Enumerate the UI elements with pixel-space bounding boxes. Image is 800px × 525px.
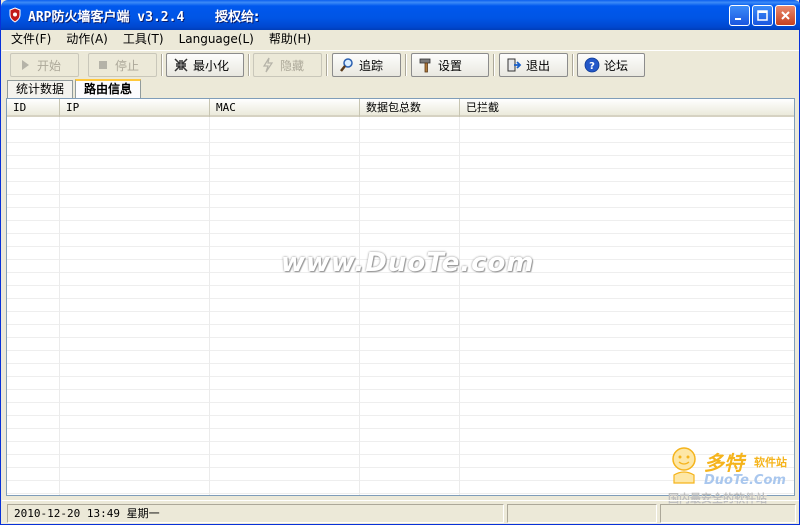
menu-language[interactable]: Language(L)	[170, 30, 260, 49]
hide-button[interactable]: 隐藏	[253, 53, 322, 77]
trace-button[interactable]: 追踪	[332, 53, 401, 77]
column-header-mac[interactable]: MAC	[210, 99, 360, 117]
exit-door-icon	[507, 58, 522, 72]
menu-bar: 文件(F) 动作(A) 工具(T) Language(L) 帮助(H)	[2, 30, 799, 49]
minimize-icon	[735, 18, 741, 20]
play-icon	[22, 60, 29, 70]
toolbar-separator	[161, 54, 163, 76]
trace-button-label: 追踪	[359, 58, 384, 73]
route-table[interactable]: ID IP MAC 数据包总数 已拦截	[6, 98, 795, 496]
toolbar-separator	[326, 54, 328, 76]
corner-logo-brand: 多特	[704, 451, 744, 475]
svg-text:?: ?	[589, 61, 595, 72]
app-window: ARP防火墙客户端 v3.2.4 授权给: 文件(F) 动作(A) 工具(T) …	[0, 0, 800, 525]
menu-help[interactable]: 帮助(H)	[260, 30, 317, 49]
maximize-icon	[757, 10, 768, 21]
settings-button[interactable]: 设置	[411, 53, 489, 77]
corner-logo: 多特 软件站 DuoTe.Com 国内最安全的软件站	[664, 443, 796, 505]
shield-icon	[9, 7, 21, 23]
corner-logo-sub: 软件站	[754, 456, 787, 469]
forum-button[interactable]: ? 论坛	[577, 53, 645, 77]
stop-icon	[99, 61, 107, 69]
menu-file[interactable]: 文件(F)	[2, 30, 57, 49]
toolbar: 开始 停止 最小化 隐藏 追踪 设置 退出 ? 论坛	[2, 50, 799, 78]
close-window-button[interactable]	[775, 5, 796, 26]
auth-label: 授权给:	[215, 10, 260, 25]
settings-button-label: 设置	[438, 58, 463, 73]
column-header-packets[interactable]: 数据包总数	[360, 99, 460, 117]
maximize-window-button[interactable]	[752, 5, 773, 26]
stop-button[interactable]: 停止	[88, 53, 157, 77]
table-body[interactable]	[7, 117, 794, 495]
start-button-label: 开始	[37, 58, 62, 73]
help-icon: ?	[584, 57, 600, 73]
magnifier-icon	[340, 58, 353, 72]
forum-button-label: 论坛	[604, 58, 629, 73]
table-header: ID IP MAC 数据包总数 已拦截	[7, 99, 794, 117]
status-datetime: 2010-12-20 13:49 星期一	[7, 504, 504, 523]
stop-button-label: 停止	[115, 58, 140, 73]
start-button[interactable]: 开始	[10, 53, 79, 77]
exit-button[interactable]: 退出	[499, 53, 568, 77]
minimize-window-button[interactable]	[729, 5, 750, 26]
tab-statistics[interactable]: 统计数据	[7, 80, 74, 98]
toolbar-separator	[405, 54, 407, 76]
menu-action[interactable]: 动作(A)	[57, 30, 114, 49]
watermark: www.DuoTe.com	[281, 248, 535, 278]
window-title: ARP防火墙客户端 v3.2.4	[28, 10, 185, 25]
corner-logo-url: DuoTe.Com	[704, 473, 786, 488]
minimize-button-label: 最小化	[193, 58, 230, 73]
status-bar: 2010-12-20 13:49 星期一	[2, 500, 799, 524]
status-panel-empty	[507, 504, 657, 523]
exit-button-label: 退出	[526, 58, 551, 73]
close-icon	[781, 11, 790, 20]
title-bar[interactable]: ARP防火墙客户端 v3.2.4 授权给:	[1, 0, 800, 30]
status-panel-empty	[660, 504, 796, 523]
tab-route-info[interactable]: 路由信息	[75, 79, 142, 98]
column-header-ip[interactable]: IP	[60, 99, 210, 117]
minimize-button[interactable]: 最小化	[166, 53, 244, 77]
toolbar-separator	[572, 54, 574, 76]
column-header-id[interactable]: ID	[7, 99, 60, 117]
menu-tools[interactable]: 工具(T)	[114, 30, 170, 49]
hammer-icon	[419, 58, 431, 73]
toolbar-separator	[248, 54, 250, 76]
tab-strip: 统计数据 路由信息	[5, 79, 797, 98]
hide-button-label: 隐藏	[280, 58, 305, 73]
lightning-icon	[262, 57, 274, 73]
column-header-blocked[interactable]: 已拦截	[460, 99, 794, 117]
mascot-icon	[672, 447, 696, 484]
toolbar-separator	[493, 54, 495, 76]
arrows-in-icon	[174, 58, 188, 72]
